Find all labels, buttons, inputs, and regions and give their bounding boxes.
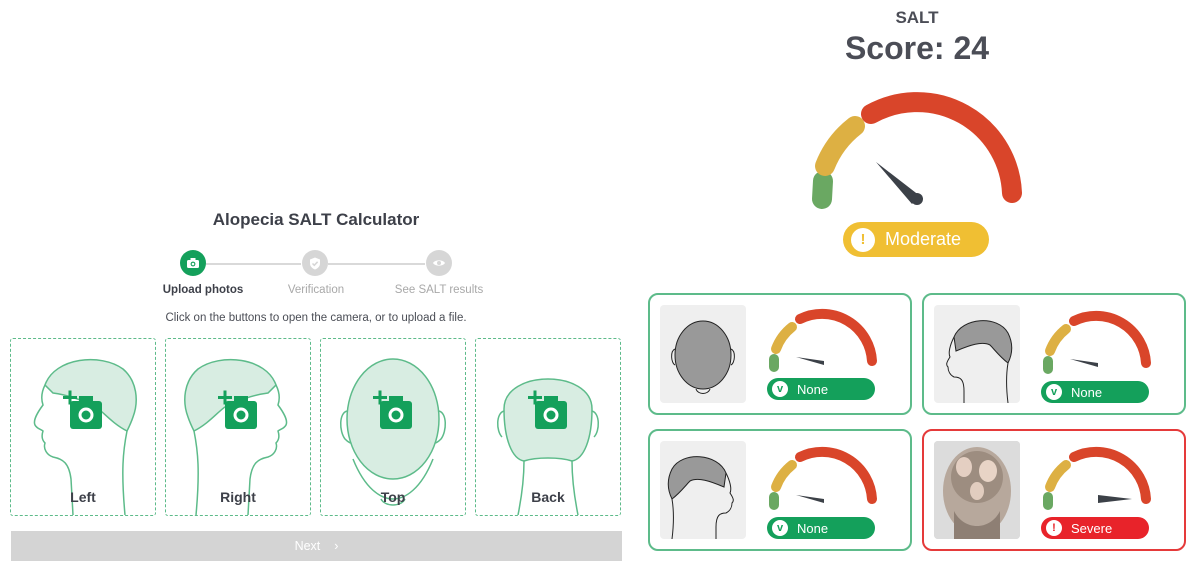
eye-icon — [433, 260, 445, 266]
severity-pill-label: None — [797, 381, 829, 397]
check-icon: v — [772, 381, 788, 397]
mini-gauge — [769, 446, 877, 510]
upload-card-back[interactable]: Back — [475, 338, 621, 516]
head-top-thumbnail — [671, 320, 735, 394]
severity-badge: ! Moderate — [843, 222, 989, 257]
upload-card-right[interactable]: Right — [165, 338, 311, 516]
step-label-results: See SALT results — [394, 284, 484, 296]
mini-gauge — [769, 308, 877, 372]
scalp-photo — [934, 441, 1020, 539]
severity-pill: v None — [767, 378, 875, 400]
head-side-thumbnail — [946, 320, 1013, 403]
card-label-top: Top — [380, 489, 406, 505]
check-icon: v — [772, 520, 788, 536]
check-icon: v — [1046, 384, 1062, 400]
step-label-verification: Verification — [287, 284, 345, 296]
stepper-connector — [206, 263, 301, 265]
gauge-yellow-segment — [815, 116, 865, 176]
page-title: Alopecia SALT Calculator — [212, 210, 420, 229]
camera-icon — [187, 258, 199, 268]
salt-label: SALT — [895, 8, 939, 27]
shield-check-icon — [310, 257, 320, 269]
severity-pill: ! Severe — [1041, 517, 1149, 539]
step-see-salt-results[interactable] — [426, 250, 452, 276]
severity-pill-label: None — [797, 520, 829, 536]
result-card-back: v None — [648, 429, 912, 551]
instruction-text: Click on the buttons to open the camera,… — [165, 312, 467, 324]
card-label-left: Left — [70, 489, 96, 505]
severity-pill-label: Severe — [1071, 520, 1113, 536]
thumb-top-view — [660, 305, 746, 403]
card-label-right: Right — [220, 489, 256, 505]
thumb-back-view — [660, 441, 746, 539]
step-label-upload: Upload photos — [162, 284, 244, 296]
main-gauge — [812, 92, 1022, 209]
head-back-thumbnail — [667, 456, 734, 539]
mini-gauge — [1043, 310, 1151, 374]
severity-label: Moderate — [885, 229, 962, 249]
alert-icon: ! — [851, 227, 875, 252]
gauge-green-segment — [812, 171, 833, 209]
card-label-back: Back — [531, 489, 565, 505]
result-card-top: v None — [648, 293, 912, 415]
thumb-side-view — [934, 305, 1020, 403]
thumb-photo — [934, 441, 1020, 539]
salt-score: Score: 24 — [844, 30, 990, 66]
mini-gauge — [1043, 446, 1151, 510]
severity-pill: v None — [767, 517, 875, 539]
alert-icon: ! — [1046, 520, 1062, 536]
result-card-side: v None — [922, 293, 1186, 415]
stepper-connector — [328, 263, 425, 265]
severity-pill-label: None — [1071, 384, 1103, 400]
next-button-label: Next — [294, 539, 321, 553]
step-verification[interactable] — [302, 250, 328, 276]
result-card-photo: ! Severe — [922, 429, 1186, 551]
severity-pill: v None — [1041, 381, 1149, 403]
step-upload-photos[interactable] — [180, 250, 206, 276]
upload-card-left[interactable]: Left — [10, 338, 156, 516]
upload-card-top[interactable]: Top — [320, 338, 466, 516]
chevron-right-icon: › — [334, 539, 339, 553]
next-button[interactable]: Next › — [11, 531, 622, 561]
